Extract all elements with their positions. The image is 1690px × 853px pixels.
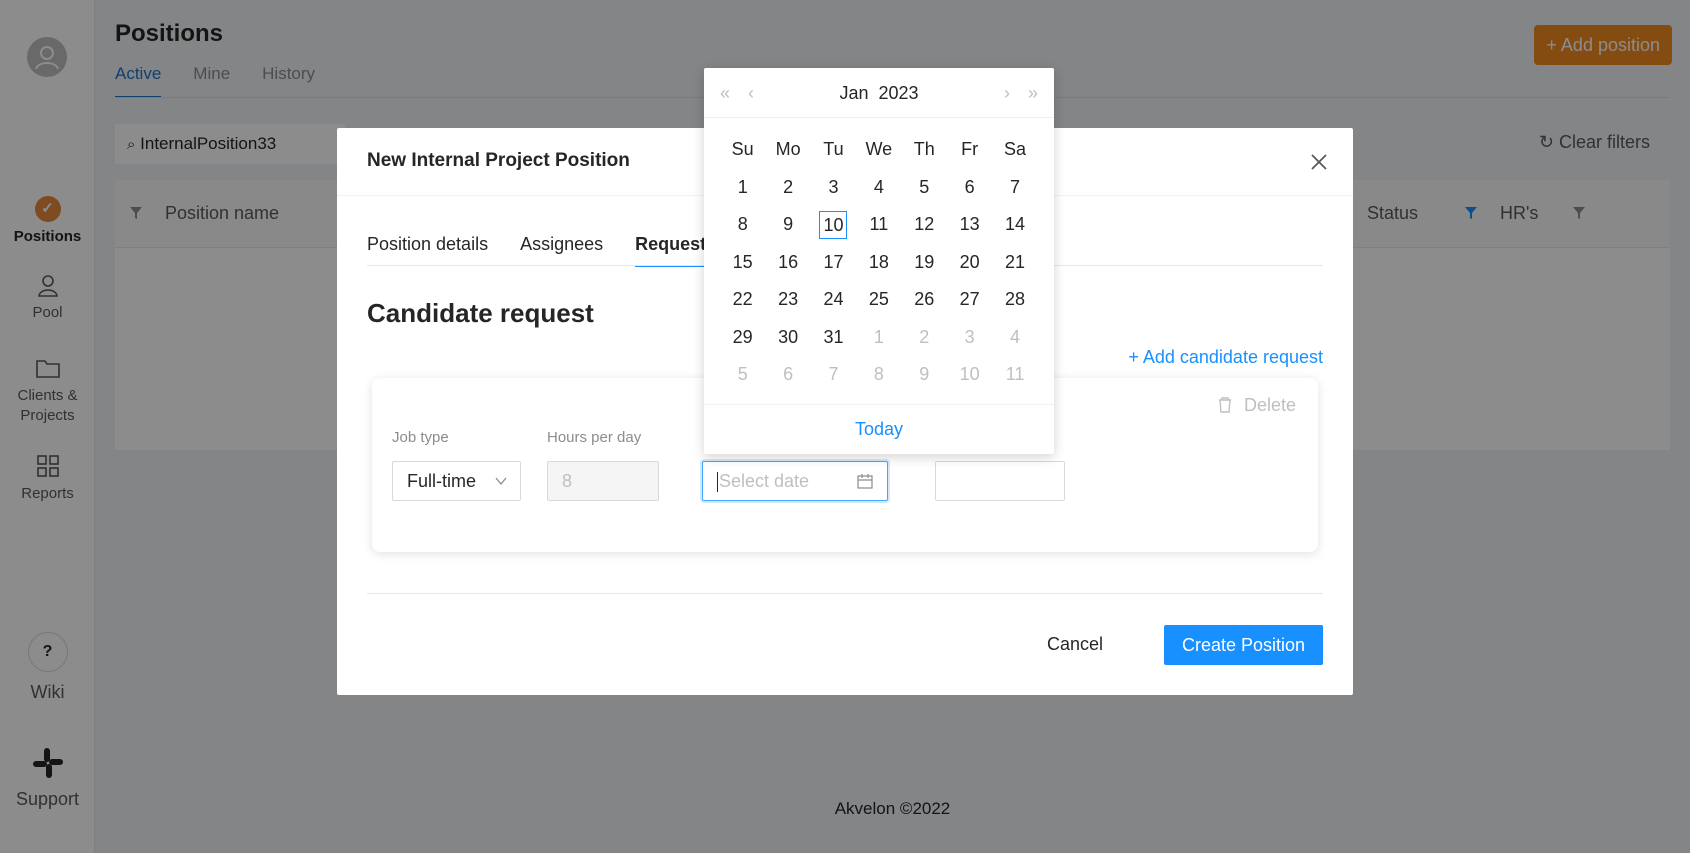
calendar-day[interactable]: 24 [811,289,856,310]
calendar-day[interactable]: 12 [902,214,947,235]
calendar-day[interactable]: 18 [856,252,901,273]
job-type-value: Full-time [407,471,477,491]
calendar-day[interactable]: 21 [992,252,1037,273]
calendar-day[interactable]: 2 [765,177,810,198]
add-candidate-request-link[interactable]: + Add candidate request [1128,347,1323,368]
week-row: 15 16 17 18 19 20 21 [720,244,1038,282]
weekday-label: We [865,139,893,160]
delete-label: Delete [1243,395,1296,415]
calendar-day[interactable]: 11 [856,214,901,235]
calendar-grid: Su Mo Tu We Th Fr Sa 1 2 3 4 5 6 7 8 9 10 11 12 13 14 15 16 17 1… [720,131,1038,394]
next-month-button[interactable]: › [1004,83,1010,104]
calendar-day[interactable]: 10 [947,364,992,385]
week-row: 29 30 31 1 2 3 4 [720,319,1038,357]
week-row: 8 9 10 11 12 13 14 [720,206,1038,244]
calendar-day[interactable]: 27 [947,289,992,310]
week-row: 22 23 24 25 26 27 28 [720,281,1038,319]
section-title: Candidate request [367,298,594,328]
hours-per-day-input[interactable]: 8 [547,461,659,501]
modal-tabs: Position details Assignees Requests [367,234,748,267]
calendar-day[interactable]: 2 [902,327,947,348]
calendar-day[interactable]: 26 [902,289,947,310]
calendar-day[interactable]: 19 [902,252,947,273]
calendar-day[interactable]: 4 [992,327,1037,348]
today-marker: 10 [819,210,848,239]
date-picker-dropdown: « ‹ Jan 2023 › » Su Mo Tu We Th Fr Sa 1 2 3 4 5 6 7 8 9… [704,68,1054,454]
weekday-label: Mo [775,139,801,160]
calendar-day[interactable]: 25 [856,289,901,310]
calendar-day[interactable]: 7 [992,177,1037,198]
calendar-day[interactable]: 10 [811,210,856,239]
job-type-select[interactable]: Full-time [392,461,521,501]
tab-assignees[interactable]: Assignees [520,234,603,267]
calendar-day[interactable]: 1 [856,327,901,348]
hours-per-day-label: Hours per day [547,429,642,446]
calendar-day[interactable]: 23 [765,289,810,310]
calendar-day[interactable]: 14 [992,214,1037,235]
weekday-label: Tu [823,139,844,160]
calendar-day[interactable]: 7 [811,364,856,385]
calendar-day[interactable]: 3 [947,327,992,348]
chevron-down-icon [495,477,507,486]
calendar-day[interactable]: 5 [720,364,765,385]
week-row: 1234567 [720,169,1038,207]
calendar-month[interactable]: Jan [839,83,868,103]
calendar-day[interactable]: 13 [947,214,992,235]
calendar-day[interactable]: 9 [765,214,810,235]
next-year-button[interactable]: » [1028,83,1038,104]
calendar-day[interactable]: 9 [902,364,947,385]
calendar-day[interactable]: 4 [856,177,901,198]
close-icon[interactable] [1307,150,1331,174]
trash-icon [1218,397,1231,413]
weekday-row: Su Mo Tu We Th Fr Sa [720,131,1038,169]
calendar-day[interactable]: 1 [720,177,765,198]
calendar-day[interactable]: 3 [811,177,856,198]
calendar-day[interactable]: 8 [856,364,901,385]
tab-position-details[interactable]: Position details [367,234,488,267]
calendar-day[interactable]: 20 [947,252,992,273]
calendar-day[interactable]: 31 [811,327,856,348]
calendar-day[interactable]: 22 [720,289,765,310]
today-button[interactable]: Today [704,404,1054,454]
start-date-picker[interactable]: Select date [702,461,888,501]
calendar-day[interactable]: 11 [992,364,1037,385]
weekday-label: Sa [1004,139,1027,160]
weekday-label: Th [913,139,935,160]
weekday-label: Su [731,139,754,160]
calendar-icon [857,474,873,489]
text-cursor [717,472,718,493]
delete-button[interactable]: Delete [1218,395,1296,416]
calendar-day[interactable]: 8 [720,214,765,235]
extra-field-input[interactable] [935,461,1065,501]
calendar-day[interactable]: 17 [811,252,856,273]
modal-footer-divider [367,593,1323,594]
calendar-day[interactable]: 16 [765,252,810,273]
create-position-button[interactable]: Create Position [1164,625,1323,665]
calendar-day[interactable]: 29 [720,327,765,348]
calendar-day[interactable]: 30 [765,327,810,348]
date-placeholder: Select date [719,471,810,491]
job-type-label: Job type [392,429,449,446]
weekday-label: Fr [961,139,979,160]
calendar-year[interactable]: 2023 [879,83,919,103]
calendar-day[interactable]: 28 [992,289,1037,310]
calendar-header: « ‹ Jan 2023 › » [704,68,1054,118]
cancel-button[interactable]: Cancel [1037,625,1113,664]
week-row: 5 6 7 8 9 10 11 [720,356,1038,394]
calendar-day[interactable]: 5 [902,177,947,198]
calendar-day[interactable]: 6 [765,364,810,385]
calendar-day[interactable]: 6 [947,177,992,198]
modal-title: New Internal Project Position [367,150,630,171]
calendar-title: Jan 2023 [704,83,1054,104]
calendar-day[interactable]: 15 [720,252,765,273]
